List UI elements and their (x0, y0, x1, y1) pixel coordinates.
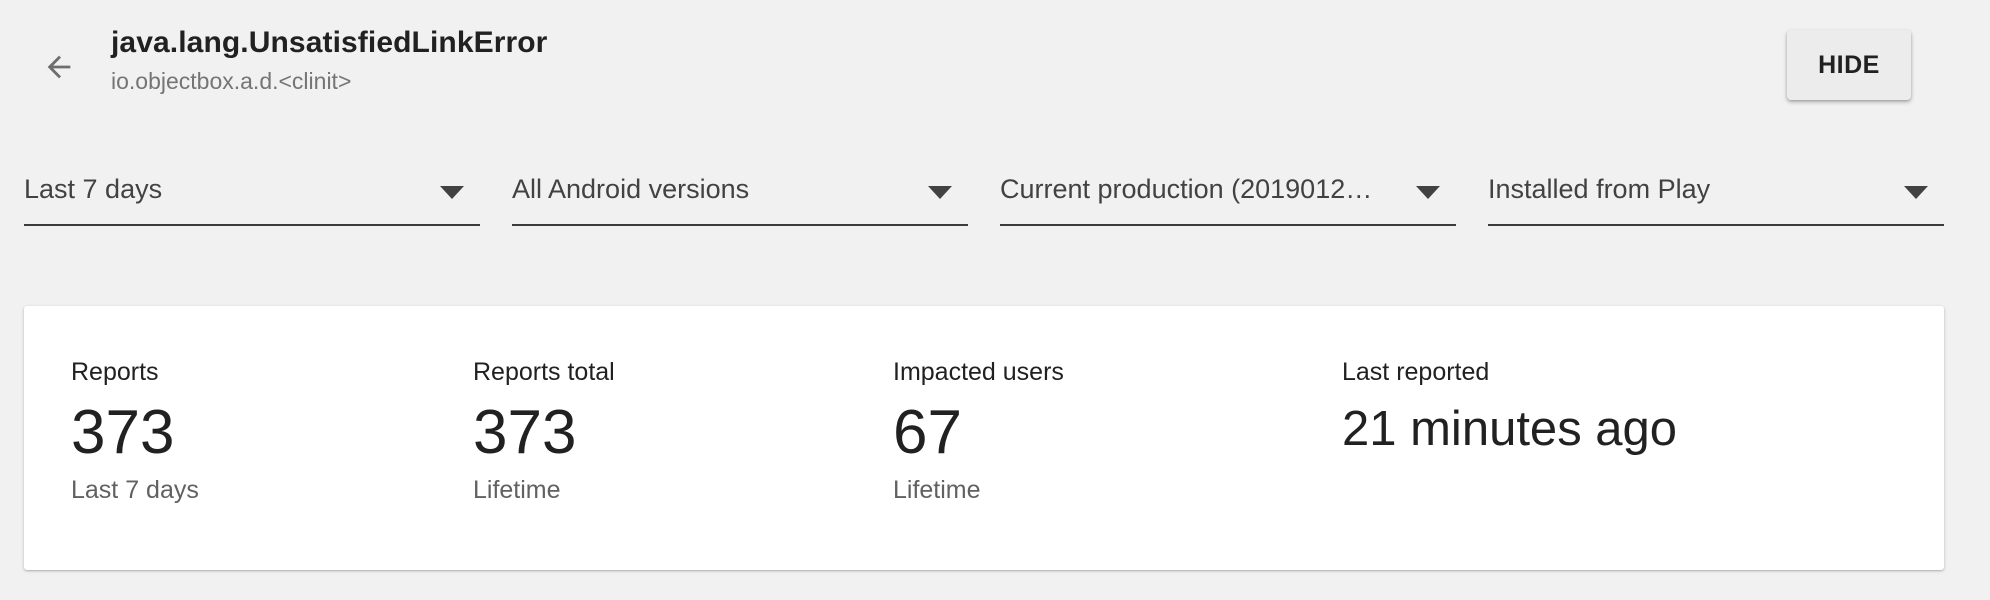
hide-button[interactable]: HIDE (1787, 30, 1911, 100)
stat-impacted-users: Impacted users 67 Lifetime (893, 358, 1064, 505)
filter-label: Current production (2019012… (1000, 174, 1373, 204)
dropdown-arrow-icon (1416, 186, 1440, 199)
stat-label: Reports total (473, 358, 615, 386)
stat-label: Impacted users (893, 358, 1064, 386)
dropdown-arrow-icon (928, 186, 952, 199)
filter-label: Installed from Play (1488, 174, 1711, 204)
stat-value: 373 (71, 398, 175, 467)
filter-install-source[interactable]: Installed from Play (1488, 170, 1944, 226)
back-button[interactable] (36, 44, 82, 90)
issue-subtitle: io.objectbox.a.d.<clinit> (111, 68, 352, 94)
stat-period: Last 7 days (71, 476, 199, 505)
dropdown-arrow-icon (440, 186, 464, 199)
stat-period: Lifetime (893, 476, 981, 505)
stat-reports: Reports 373 Last 7 days (71, 358, 199, 505)
filter-app-version[interactable]: Current production (2019012… (1000, 170, 1456, 226)
stat-value: 21 minutes ago (1342, 402, 1678, 456)
dropdown-arrow-icon (1904, 186, 1928, 199)
filter-label: All Android versions (512, 174, 750, 204)
stat-label: Reports (71, 358, 159, 386)
issue-title: java.lang.UnsatisfiedLinkError (111, 26, 548, 59)
filter-android-version[interactable]: All Android versions (512, 170, 968, 226)
stat-label: Last reported (1342, 358, 1490, 386)
stat-value: 67 (893, 398, 962, 467)
issue-header: java.lang.UnsatisfiedLinkError io.object… (111, 26, 547, 95)
stats-card: Reports 373 Last 7 days Reports total 37… (24, 306, 1944, 570)
arrow-back-icon (47, 55, 71, 79)
stat-value: 373 (473, 398, 577, 467)
stat-reports-total: Reports total 373 Lifetime (473, 358, 615, 505)
filter-label: Last 7 days (24, 174, 163, 204)
stat-period: Lifetime (473, 476, 561, 505)
stat-last-reported: Last reported 21 minutes ago (1342, 358, 1677, 457)
filter-time-range[interactable]: Last 7 days (24, 170, 480, 226)
crash-issue-page: java.lang.UnsatisfiedLinkError io.object… (0, 0, 1990, 600)
